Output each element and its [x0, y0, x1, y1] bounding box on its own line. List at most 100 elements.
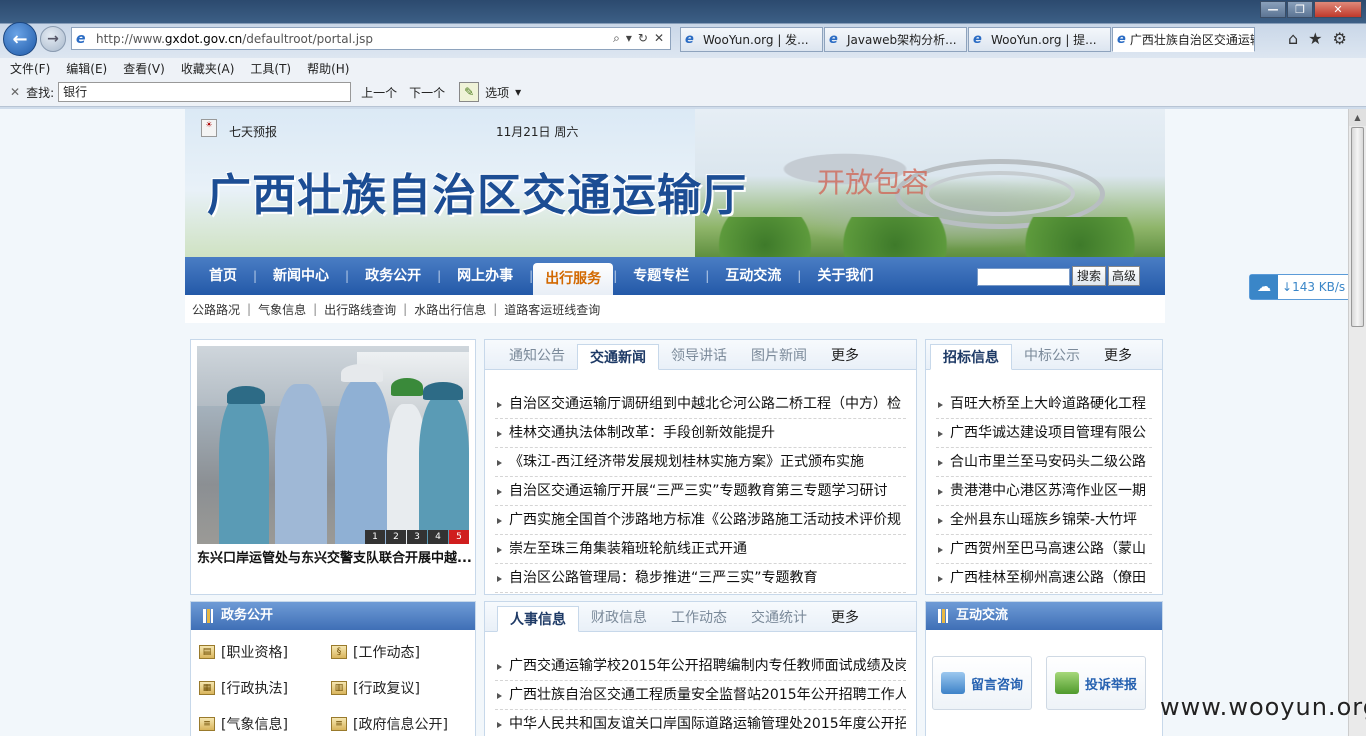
tab-wooyun-2[interactable]: e WooYun.org | 提... [968, 27, 1111, 52]
scrollbar-thumb[interactable] [1351, 127, 1364, 327]
bid-more-link[interactable]: 更多 [1092, 343, 1144, 369]
tab-finance[interactable]: 财政信息 [579, 605, 659, 631]
news-item[interactable]: 自治区公路管理局：稳步推进“三严三实”专题教育 [495, 564, 906, 593]
bid-item[interactable]: 贵港港中心港区苏湾作业区一期 [936, 477, 1152, 506]
scroll-up-icon[interactable]: ▲ [1349, 109, 1366, 126]
bid-item[interactable]: 广西桂林至柳州高速公路（僚田 [936, 564, 1152, 593]
back-button[interactable]: ← [3, 22, 37, 56]
nav-gov-affairs[interactable]: 政务公开 [349, 257, 437, 295]
tab-award-notice[interactable]: 中标公示 [1012, 343, 1092, 369]
news-more-link[interactable]: 更多 [819, 343, 871, 369]
subnav-weather[interactable]: 气象信息 [258, 301, 306, 318]
tab-statistics[interactable]: 交通统计 [739, 605, 819, 631]
bid-item[interactable]: 广西华诚达建设项目管理有限公 [936, 419, 1152, 448]
home-icon[interactable]: ⌂ [1288, 29, 1298, 48]
pager-5[interactable]: 5 [449, 530, 469, 544]
menu-edit[interactable]: 编辑(E) [66, 60, 107, 77]
bid-item[interactable]: 合山市里兰至马安码头二级公路 [936, 448, 1152, 477]
gov-item-disclosure[interactable]: ≡ [政府信息公开] [331, 714, 448, 734]
tab-personnel[interactable]: 人事信息 [497, 606, 579, 632]
bid-item[interactable]: 全州县东山瑶族乡锦荣-大竹坪 [936, 506, 1152, 535]
hr-more-link[interactable]: 更多 [819, 605, 871, 631]
subnav-route-query[interactable]: 出行路线查询 [324, 301, 396, 318]
gov-item-work-news[interactable]: § [工作动态] [331, 642, 420, 662]
menu-view[interactable]: 查看(V) [123, 60, 165, 77]
address-bar[interactable]: e http://www. gxdot.gov.cn/defaultroot/po… [71, 27, 671, 50]
gov-item-law-enforcement[interactable]: ▦ [行政执法] [199, 678, 288, 698]
advanced-search-button[interactable]: 高级 [1108, 266, 1140, 286]
nav-online-services[interactable]: 网上办事 [441, 257, 529, 295]
gov-item-review[interactable]: ▥ [行政复议] [331, 678, 420, 698]
refresh-icon[interactable]: ↻ [638, 31, 648, 46]
find-input[interactable]: 银行 [58, 82, 352, 102]
tab-wooyun-1[interactable]: e WooYun.org | 发... [680, 27, 823, 52]
subnav-waterway[interactable]: 水路出行信息 [414, 301, 486, 318]
tab-bid-info[interactable]: 招标信息 [930, 344, 1012, 370]
find-next-button[interactable]: 下一个 [409, 84, 445, 101]
nav-about[interactable]: 关于我们 [801, 257, 889, 295]
site-search-button[interactable]: 搜索 [1072, 266, 1106, 286]
subnav-bus-lines[interactable]: 道路客运班线查询 [504, 301, 600, 318]
pager-4[interactable]: 4 [428, 530, 448, 544]
pager-1[interactable]: 1 [365, 530, 385, 544]
find-options-button[interactable]: ✎ 选项 ▾ [459, 82, 521, 102]
bid-item[interactable]: 广西贺州至巴马高速公路（蒙山 [936, 535, 1152, 564]
menu-favorites[interactable]: 收藏夹(A) [181, 60, 235, 77]
find-prev-button[interactable]: 上一个 [361, 84, 397, 101]
dropdown-icon[interactable]: ▾ [626, 31, 632, 46]
hr-item[interactable]: 中华人民共和国友谊关口岸国际道路运输管理处2015年度公开招 [495, 710, 906, 736]
stop-icon[interactable]: ✕ [654, 31, 664, 46]
menu-file[interactable]: 文件(F) [10, 60, 50, 77]
nav-travel[interactable]: 出行服务 [533, 263, 614, 295]
nav-news[interactable]: 新闻中心 [257, 257, 345, 295]
nav-topics[interactable]: 专题专栏 [617, 257, 705, 295]
news-item[interactable]: 《珠江-西江经济带发展规划桂林实施方案》正式颁布实施 [495, 448, 906, 477]
minimize-button[interactable]: — [1260, 1, 1286, 18]
menu-tools[interactable]: 工具(T) [250, 60, 291, 77]
tab-work-updates[interactable]: 工作动态 [659, 605, 739, 631]
nav-interaction[interactable]: 互动交流 [709, 257, 797, 295]
complaint-button[interactable]: 投诉举报 [1046, 656, 1146, 710]
nav-home[interactable]: 首页 [193, 257, 253, 295]
search-icon[interactable]: ⌕ [613, 31, 620, 46]
subnav-road-status[interactable]: 公路路况 [192, 301, 240, 318]
forward-button[interactable]: → [40, 26, 66, 52]
menu-help[interactable]: 帮助(H) [307, 60, 349, 77]
news-photo[interactable]: 1 2 3 4 5 [197, 346, 469, 544]
favorites-star-icon[interactable]: ★ [1308, 29, 1322, 48]
settings-gear-icon[interactable]: ⚙ [1333, 29, 1347, 48]
gov-item-label: [政府信息公开] [353, 717, 448, 733]
pager-2[interactable]: 2 [386, 530, 406, 544]
maximize-button[interactable]: ❐ [1287, 1, 1313, 18]
close-find-icon[interactable]: ✕ [10, 85, 20, 99]
tab-gxdot[interactable]: e广西壮族自治区交通运输厅✕ [1112, 27, 1255, 52]
tab-javaweb[interactable]: e Javaweb架构分析... [824, 27, 967, 52]
vertical-scrollbar[interactable]: ▲ [1348, 109, 1366, 736]
hr-item[interactable]: 广西壮族自治区交通工程质量安全监督站2015年公开招聘工作人 [495, 681, 906, 710]
news-item[interactable]: 广西实施全国首个涉路地方标准《公路涉路施工活动技术评价规 [495, 506, 906, 535]
tab-traffic-news[interactable]: 交通新闻 [577, 344, 659, 370]
tab-photo-news[interactable]: 图片新闻 [739, 343, 819, 369]
consult-button[interactable]: 留言咨询 [932, 656, 1032, 710]
hr-item[interactable]: 广西交通运输学校2015年公开招聘编制内专任教师面试成绩及岗 [495, 652, 906, 681]
banner-slogan: 开放包容 [817, 166, 930, 199]
news-item[interactable]: 崇左至珠三角集装箱班轮航线正式开通 [495, 535, 906, 564]
news-item[interactable]: 自治区交通运输厅开展“三严三实”专题教育第三专题学习研讨 [495, 477, 906, 506]
bid-item[interactable]: 百旺大桥至上大岭道路硬化工程 [936, 390, 1152, 419]
tab-leader-speech[interactable]: 领导讲话 [659, 343, 739, 369]
site-search-input[interactable] [977, 268, 1070, 286]
pager-3[interactable]: 3 [407, 530, 427, 544]
close-window-button[interactable]: ✕ [1314, 1, 1362, 18]
gov-item-weather[interactable]: ≡ [气象信息] [199, 714, 288, 734]
photo-caption[interactable]: 东兴口岸运管处与东兴交警支队联合开展中越... [197, 547, 472, 566]
weather-icon[interactable]: ☀ [201, 119, 217, 137]
tab-notices[interactable]: 通知公告 [497, 343, 577, 369]
gov-item-label: [行政执法] [221, 681, 288, 697]
tab-title: Javaweb架构分析... [847, 33, 957, 47]
highlight-pen-icon[interactable]: ✎ [459, 82, 480, 102]
news-item[interactable]: 自治区交通运输厅调研组到中越北仑河公路二桥工程（中方）检 [495, 390, 906, 419]
news-item[interactable]: 桂林交通执法体制改革：手段创新效能提升 [495, 419, 906, 448]
forecast-link[interactable]: 七天预报 [229, 123, 277, 140]
download-speed-widget[interactable]: ☁ ↓ 143 KB/s [1249, 274, 1351, 300]
gov-item-qualification[interactable]: ▤ [职业资格] [199, 642, 288, 662]
